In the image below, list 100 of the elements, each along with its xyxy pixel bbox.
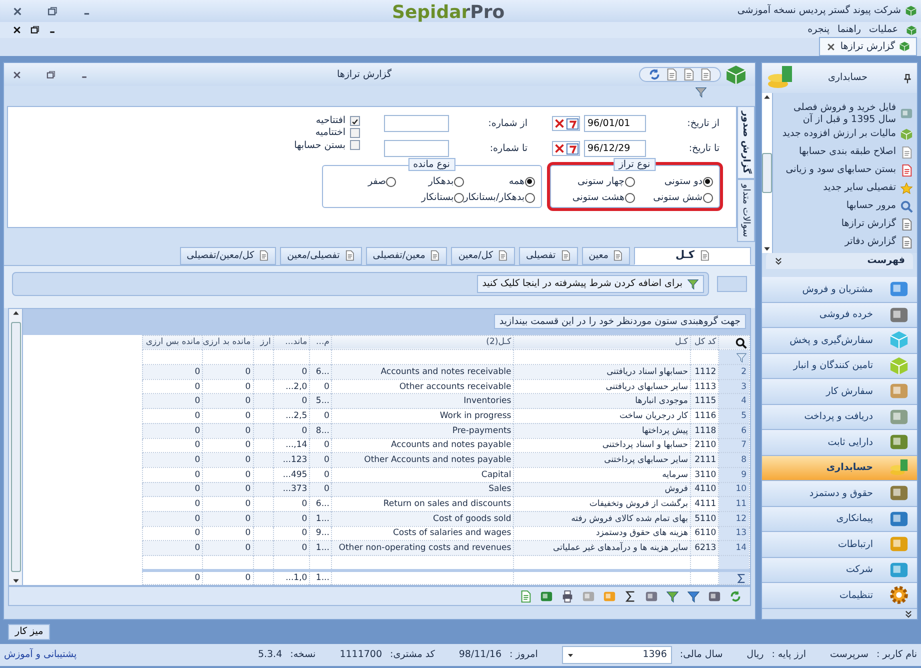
radio-button[interactable] [386,176,396,187]
calendar-icon[interactable] [566,117,579,130]
task-link[interactable]: فایل خرید و فروش فصلی سال 1395 و قبل از آن [776,102,896,125]
report-tab[interactable]: معین [582,246,630,265]
column-header[interactable]: مانده بس ارزی [142,335,203,350]
column-header[interactable]: کد کل [690,335,719,350]
radio-button[interactable] [624,193,635,204]
column-header[interactable]: مانده بد ارزی [202,335,254,350]
module-button[interactable]: حقوق و دستمزد [762,481,917,506]
report-tab[interactable]: معین/تفصیلی [366,246,448,265]
scrollbar[interactable] [762,93,773,253]
sum-icon[interactable] [624,590,637,603]
pin-icon[interactable] [902,72,913,84]
print-icon[interactable] [560,590,574,603]
status-label: کد مشتری: [390,649,435,661]
scrollbar-thumb[interactable] [10,322,20,572]
radio-button[interactable] [524,193,535,204]
task-link[interactable]: مرور حسابها [846,200,896,212]
checkbox[interactable] [350,128,360,138]
column-header[interactable]: کـل [514,335,690,350]
checkbox[interactable] [350,116,360,126]
radio-button[interactable] [454,193,464,204]
column-header[interactable]: م... [310,335,332,350]
row-number: 2 [718,364,750,380]
collapse-icon[interactable] [774,256,783,266]
task-link[interactable]: بستن حسابهای سود و زیانی [786,164,896,176]
filter-icon [686,278,699,290]
total-cell: 0 [142,570,203,585]
clear-icon[interactable] [552,142,566,155]
refresh-icon[interactable] [728,590,742,603]
filter-icon[interactable] [686,590,700,603]
tab-icon [497,250,508,262]
module-button[interactable]: ارتباطات [762,532,917,558]
side-tab[interactable]: سوالات متداو [736,178,755,242]
radio-label: شش ستونی [653,192,703,204]
status-value: سرپرست [830,649,868,661]
close-button[interactable] [12,25,22,35]
module-button[interactable]: خرده فروشی [762,302,917,328]
report-tab[interactable]: کل/معین [451,246,516,265]
tab-icon [344,250,355,262]
table-cell: 1... [310,540,332,556]
module-button[interactable]: پیمانکاری [762,506,917,532]
close-icon[interactable] [826,42,836,52]
support-link[interactable]: پشتیبانی و آموزش [4,649,77,661]
module-button[interactable]: دارایی ثابت [762,430,917,456]
module-button[interactable]: تامین کنندگان و انبار [762,354,917,379]
report-tab[interactable]: تفصیلی [519,246,578,265]
column-header[interactable]: ارز [253,335,274,350]
radio-label: بدهکار/بستانکار [464,192,525,204]
module-button[interactable]: سفارش کار [762,379,917,404]
calendar-icon[interactable] [566,142,579,155]
module-button[interactable]: دریافت و پرداخت [762,404,917,430]
advanced-filter-button[interactable]: برای اضافه کردن شرط پیشرفته در اینجا کلیک کنید [477,274,704,293]
filter-icon[interactable] [666,590,679,603]
side-tab[interactable]: گزارش صدور [736,106,755,179]
search-icon[interactable] [734,336,747,349]
date-field[interactable]: 96/01/01 [584,115,646,132]
module-button[interactable]: شرکت [762,558,917,583]
module-button[interactable]: تنظیمات [762,583,917,608]
taskbar-button[interactable]: میز کار [8,624,50,640]
radio-button[interactable] [454,176,464,187]
module-button[interactable]: مشتریان و فروش [762,277,917,302]
report-tab[interactable]: کـل [634,246,751,265]
column-header[interactable]: ماند... [273,335,310,350]
refresh-icon[interactable] [648,68,661,81]
date-field[interactable]: 96/12/29 [584,140,646,157]
radio-button[interactable] [702,193,713,204]
scroll-up-icon [12,308,20,317]
radio-button[interactable] [524,176,535,187]
scrollbar-thumb[interactable] [762,153,772,193]
task-link[interactable]: تفصیلی سایر جدید [823,182,896,194]
module-button[interactable]: سفارش‌گیری و پخش [762,328,917,354]
task-link[interactable]: اصلاح طبقه بندی حسابها [799,146,896,158]
number-field[interactable] [384,140,449,157]
document-tab[interactable]: گزارش ترازها [819,37,917,56]
expand-icon[interactable] [904,610,913,619]
task-link[interactable]: گزارش دفاتر [844,236,896,248]
maximize-button[interactable] [46,70,56,80]
status-value: 1111700 [340,649,382,661]
module-button[interactable]: حسابداری [762,456,917,481]
clear-icon[interactable] [552,117,566,130]
radio-button[interactable] [702,176,713,187]
year-dropdown[interactable]: 1396 [562,646,672,664]
report-tab[interactable]: تفصیلی/معین [280,246,362,265]
export-icon[interactable] [518,590,532,603]
maximize-button[interactable] [47,6,58,16]
report-tab[interactable]: کل/معین/تفصیلی [180,246,276,265]
menu-item[interactable]: راهنما [837,24,861,36]
menu-item[interactable]: عملیات [868,24,898,36]
status-label: نام کاربر : [876,649,917,661]
restore-button[interactable] [30,25,40,35]
radio-button[interactable] [624,176,635,187]
scrollbar[interactable] [9,308,23,586]
number-field[interactable] [384,115,449,132]
column-header[interactable]: کـل(2) [332,335,514,350]
task-link[interactable]: گزارش ترازها [841,218,896,230]
checkbox[interactable] [350,140,360,150]
menu-item[interactable]: پنجره [808,24,830,36]
close-button[interactable] [12,70,22,80]
task-link[interactable]: مالیات بر ارزش افزوده جدید [782,128,896,140]
